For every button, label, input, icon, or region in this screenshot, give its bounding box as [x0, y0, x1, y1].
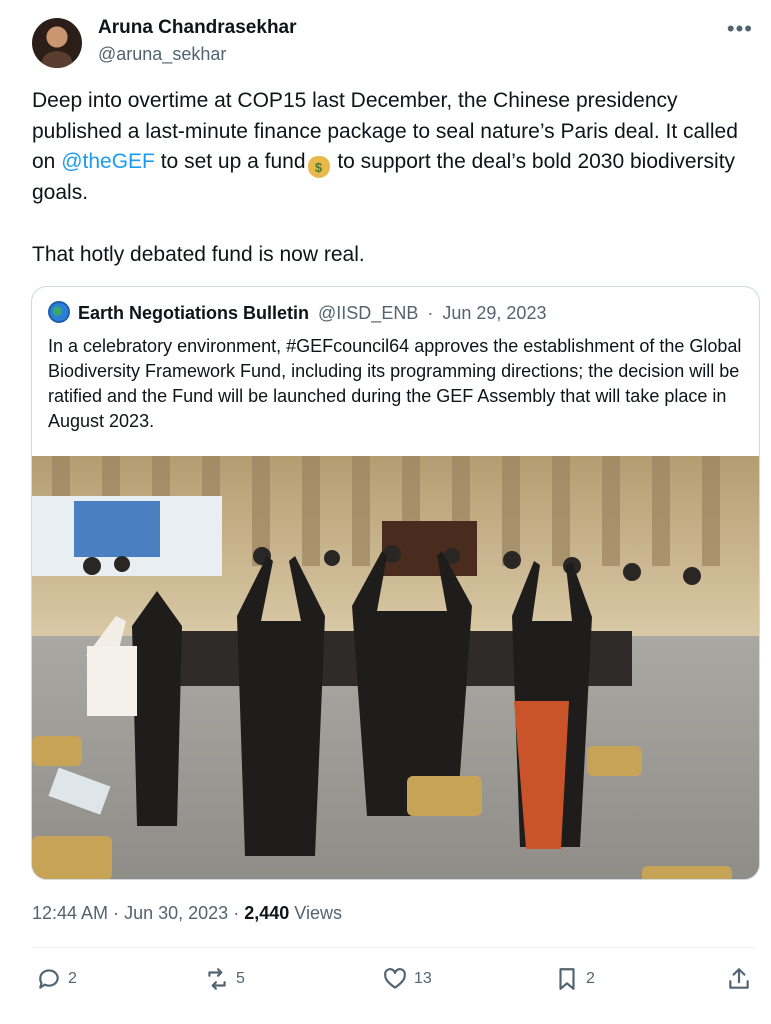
- avatar[interactable]: [32, 18, 82, 68]
- conference-photo-illustration: [32, 456, 759, 879]
- tweet-text: Deep into overtime at COP15 last Decembe…: [32, 86, 752, 270]
- share-icon: [729, 968, 749, 989]
- globe-avatar-icon: [48, 301, 70, 323]
- repost-button[interactable]: 5: [204, 966, 245, 992]
- reply-count: 2: [68, 970, 77, 987]
- like-count: 13: [414, 970, 432, 987]
- like-button[interactable]: 13: [382, 966, 432, 992]
- heart-icon: [384, 968, 406, 989]
- views-count: 2,440: [244, 903, 290, 923]
- quoted-separator: ·: [427, 303, 434, 323]
- quoted-tweet-header: Earth Negotiations Bulletin @IISD_ENB · …: [48, 301, 546, 325]
- tweet-time[interactable]: 12:44 AM: [32, 903, 108, 923]
- quoted-date: Jun 29, 2023: [442, 303, 547, 323]
- bookmark-icon: [559, 968, 575, 990]
- tweet-date[interactable]: Jun 30, 2023: [124, 903, 228, 923]
- share-button[interactable]: [726, 966, 752, 992]
- divider: [32, 947, 755, 948]
- tweet-paragraph-2: That hotly debated fund is now real.: [32, 242, 365, 266]
- tweet-header: Aruna Chandrasekhar @aruna_sekhar •••: [32, 16, 755, 70]
- quoted-photo[interactable]: [32, 456, 759, 879]
- quoted-display-name: Earth Negotiations Bulletin: [78, 303, 310, 323]
- more-horizontal-icon[interactable]: •••: [727, 16, 753, 42]
- quoted-tweet[interactable]: Earth Negotiations Bulletin @IISD_ENB · …: [31, 286, 760, 880]
- tweet-metadata: 12:44 AM · Jun 30, 2023 · 2,440 Views: [32, 903, 342, 924]
- money-bag-icon: $: [307, 156, 330, 178]
- views-label: Views: [294, 903, 342, 923]
- meta-separator-2: ·: [233, 903, 240, 923]
- mention-link[interactable]: @theGEF: [61, 150, 155, 173]
- quoted-text: In a celebratory environment, #GEFcounci…: [48, 336, 742, 431]
- bookmark-button[interactable]: 2: [554, 966, 595, 992]
- reply-button[interactable]: 2: [36, 966, 77, 992]
- author-block: Aruna Chandrasekhar @aruna_sekhar: [98, 16, 297, 66]
- meta-separator: ·: [113, 903, 120, 923]
- repost-icon: [208, 968, 226, 990]
- bookmark-count: 2: [586, 970, 595, 987]
- action-bar: 2 5 13 2: [32, 962, 755, 998]
- author-handle[interactable]: @aruna_sekhar: [98, 42, 297, 66]
- repost-count: 5: [236, 970, 245, 987]
- author-display-name[interactable]: Aruna Chandrasekhar: [98, 16, 297, 40]
- reply-icon: [39, 969, 59, 989]
- tweet-paragraph-1: Deep into overtime at COP15 last Decembe…: [32, 86, 752, 209]
- quoted-handle: @IISD_ENB: [318, 303, 419, 323]
- tweet-text-part-2: to set up a fund: [154, 150, 306, 173]
